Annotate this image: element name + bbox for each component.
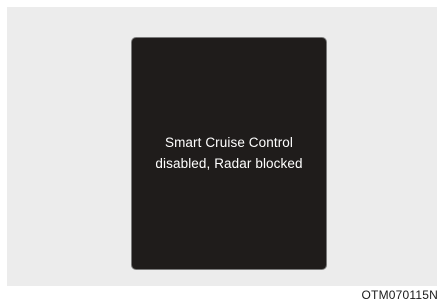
figure-code: OTM070115N	[361, 288, 438, 302]
warning-message: Smart Cruise Control disabled, Radar blo…	[132, 132, 326, 174]
cluster-display: Smart Cruise Control disabled, Radar blo…	[131, 37, 327, 270]
warning-message-line-1: Smart Cruise Control	[164, 135, 294, 150]
warning-message-line-2: disabled, Radar blocked	[155, 156, 303, 171]
